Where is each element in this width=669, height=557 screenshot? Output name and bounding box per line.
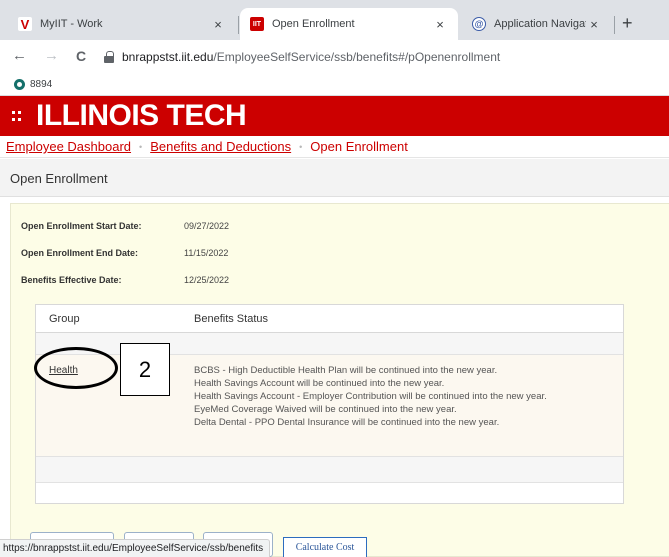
- url-host: bnrappstst.iit.edu: [122, 50, 214, 64]
- tab-close-icon[interactable]: ×: [586, 17, 602, 32]
- status-line: Delta Dental - PPO Dental Insurance will…: [194, 417, 500, 428]
- end-date-label: Open Enrollment End Date:: [21, 248, 139, 258]
- group-column-header: Group: [49, 313, 80, 325]
- status-column-header: Benefits Status: [194, 313, 268, 325]
- tab-separator: [238, 16, 239, 34]
- breadcrumb-employee-dashboard[interactable]: Employee Dashboard: [6, 139, 131, 154]
- tab-close-icon[interactable]: ×: [210, 17, 226, 32]
- enrollment-start-row: Open Enrollment Start Date: 09/27/2022: [21, 221, 229, 231]
- bookmarks-bar: 8894: [0, 74, 669, 96]
- forward-arrow-icon[interactable]: →: [44, 48, 59, 64]
- navigator-logo-icon: @: [472, 17, 486, 31]
- bookmark-item[interactable]: 8894: [30, 79, 52, 90]
- annotation-step-number: 2: [120, 343, 170, 396]
- table-row-spacer: [36, 457, 623, 483]
- address-bar: ← → C bnrappstst.iit.edu/EmployeeSelfSer…: [0, 40, 669, 74]
- annotation-highlight-ellipse: [34, 347, 118, 389]
- tab-separator: [614, 16, 615, 34]
- breadcrumb-benefits-and-deductions[interactable]: Benefits and Deductions: [150, 139, 291, 154]
- new-tab-button[interactable]: +: [622, 14, 633, 32]
- reload-icon[interactable]: C: [76, 48, 86, 64]
- effective-date-value: 12/25/2022: [184, 275, 230, 285]
- link-status-url: https://bnrappstst.iit.edu/EmployeeSelfS…: [0, 539, 271, 557]
- browser-tab-strip: V MyIIT - Work × IIT Open Enrollment × @…: [0, 0, 669, 40]
- breadcrumb-separator: •: [139, 141, 143, 152]
- url-path: /EmployeeSelfService/ssb/benefits#/pOpen…: [213, 50, 501, 64]
- status-line: BCBS - High Deductible Health Plan will …: [194, 365, 498, 376]
- tab-title: Application Navigator: [494, 18, 586, 30]
- start-date-label: Open Enrollment Start Date:: [21, 221, 142, 231]
- tab-title: MyIIT - Work: [40, 18, 103, 30]
- tab-open-enrollment[interactable]: IIT Open Enrollment ×: [240, 8, 458, 40]
- benefits-table: Group Benefits Status Health BCBS - High…: [35, 304, 624, 504]
- effective-date-row: Benefits Effective Date: 12/25/2022: [21, 275, 229, 285]
- enrollment-end-row: Open Enrollment End Date: 11/15/2022: [21, 248, 228, 258]
- bookmark-icon: [14, 79, 25, 90]
- myiit-logo-icon: V: [18, 17, 32, 32]
- start-date-value: 09/27/2022: [184, 221, 230, 231]
- lock-icon: [104, 51, 114, 63]
- benefits-status-list: BCBS - High Deductible Health Plan will …: [194, 364, 614, 429]
- breadcrumb-current: Open Enrollment: [310, 139, 408, 154]
- status-line: Health Savings Account will be continued…: [194, 378, 445, 389]
- brand-logo[interactable]: ILLINOIS TECH: [36, 99, 247, 133]
- iit-logo-icon: IIT: [250, 17, 264, 31]
- breadcrumb: Employee Dashboard • Benefits and Deduct…: [0, 136, 669, 158]
- app-menu-icon[interactable]: [12, 111, 22, 121]
- back-arrow-icon[interactable]: ←: [12, 48, 27, 64]
- status-line: EyeMed Coverage Waived will be continued…: [194, 404, 457, 415]
- breadcrumb-separator: •: [299, 141, 303, 152]
- tab-myiit[interactable]: V MyIIT - Work ×: [8, 8, 236, 40]
- tab-title: Open Enrollment: [272, 18, 355, 30]
- site-header: ILLINOIS TECH: [0, 96, 669, 136]
- effective-date-label: Benefits Effective Date:: [21, 275, 122, 285]
- page-title: Open Enrollment: [0, 159, 669, 197]
- table-header: Group Benefits Status: [36, 305, 623, 333]
- end-date-value: 11/15/2022: [184, 248, 229, 258]
- url-field[interactable]: bnrappstst.iit.edu/EmployeeSelfService/s…: [104, 45, 654, 69]
- tab-close-icon[interactable]: ×: [432, 17, 448, 32]
- status-line: Health Savings Account - Employer Contri…: [194, 391, 547, 402]
- tab-application-navigator[interactable]: @ Application Navigator ×: [462, 8, 612, 40]
- calculate-cost-button[interactable]: Calculate Cost: [283, 537, 367, 557]
